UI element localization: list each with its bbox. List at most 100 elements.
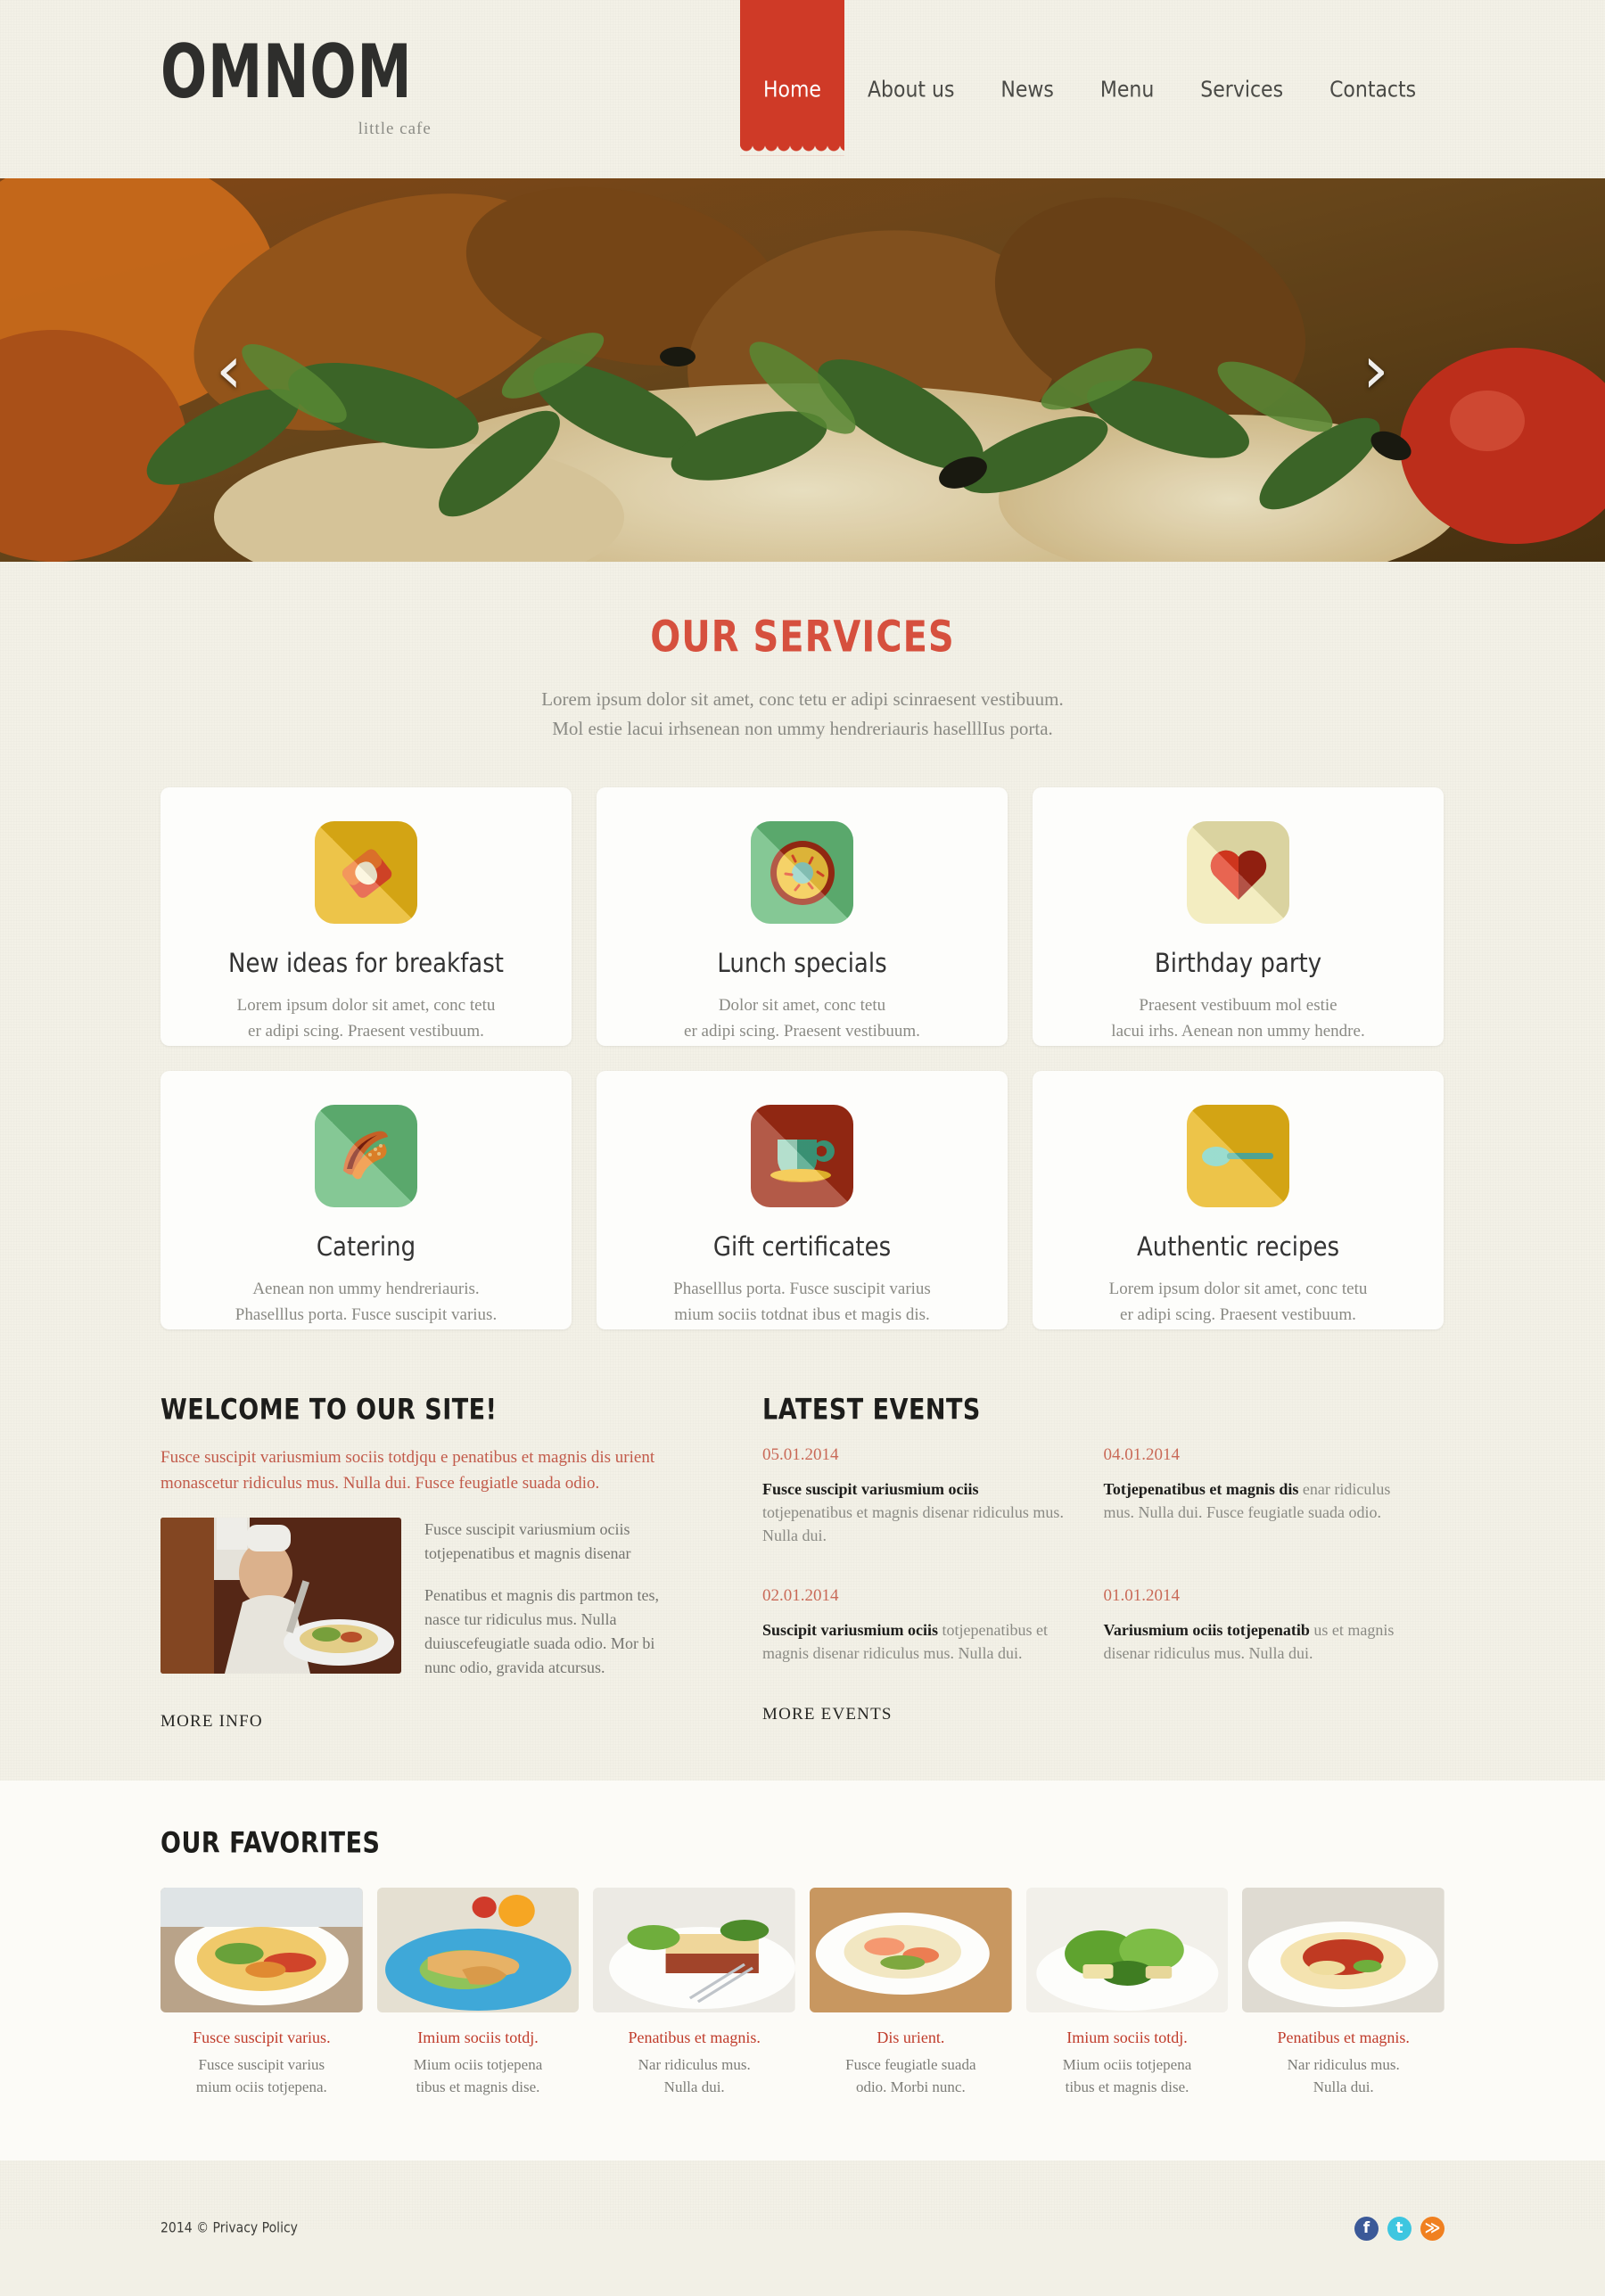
event-date: 05.01.2014 <box>762 1445 839 1465</box>
service-card-desc: Lorem ipsum dolor sit amet, conc tetu er … <box>1109 1277 1368 1328</box>
welcome-column: WELCOME TO OUR SITE! Fusce suscipit vari… <box>160 1394 669 1732</box>
service-card-lunch-specials[interactable]: Lunch specials Dolor sit amet, conc tetu e… <box>597 787 1008 1047</box>
favorite-item[interactable]: Penatibus et magnis. Nar ridiculus mus. Nu… <box>1242 1888 1445 2098</box>
favorite-item[interactable]: Fusce suscipit varius. Fusce suscipit var… <box>160 1888 363 2098</box>
toast-bread-icon <box>315 821 417 925</box>
event-text: Fusce suscipit variusmium ociis totjepen… <box>762 1477 1068 1547</box>
service-card-desc-line-2: er adipi scing. Praesent vestibuum. <box>684 1021 920 1041</box>
services-subtitle: Lorem ipsum dolor sit amet, conc tetu er… <box>160 685 1444 743</box>
favorite-title[interactable]: Imium sociis totdj. <box>377 2029 580 2047</box>
services-subtitle-line-1: Lorem ipsum dolor sit amet, conc tetu er… <box>541 688 1064 710</box>
facebook-icon[interactable]: f <box>1354 2216 1379 2241</box>
favorite-item[interactable]: Penatibus et magnis. Nar ridiculus mus. Nu… <box>593 1888 796 2098</box>
service-card-title: New ideas for breakfast <box>228 949 504 979</box>
nav-item-news[interactable]: News <box>977 0 1076 103</box>
events-title: LATEST EVENTS <box>762 1394 981 1427</box>
twitter-icon[interactable]: t <box>1387 2216 1412 2241</box>
services-section: OUR SERVICES Lorem ipsum dolor sit amet,… <box>160 562 1444 1330</box>
welcome-title: WELCOME TO OUR SITE! <box>160 1394 498 1427</box>
favorite-image[interactable] <box>1242 1888 1445 2013</box>
favorite-item[interactable]: Imium sociis totdj. Mium ociis totjepena t… <box>1025 1888 1229 2098</box>
favorite-title[interactable]: Dis urient. <box>810 2029 1012 2047</box>
favorite-desc: Nar ridiculus mus. Nulla dui. <box>593 2054 795 2098</box>
service-card-desc-line-2: er adipi scing. Praesent vestibuum. <box>1120 1304 1356 1324</box>
service-card-desc: Lorem ipsum dolor sit amet, conc tetu er … <box>237 993 496 1044</box>
event-body: totjepenatibus et magnis disenar ridicul… <box>762 1503 1064 1545</box>
favorite-desc-line-1: Nar ridiculus mus. <box>1287 2056 1400 2074</box>
page-root: OMNOM little cafe Home About us News Menu Se… <box>0 0 1605 2241</box>
favorite-desc-line-2: mium ociis totjepena. <box>195 2078 327 2095</box>
social-links: f t ≫ <box>1354 2216 1444 2241</box>
favorite-desc: Nar ridiculus mus. Nulla dui. <box>1242 2054 1444 2098</box>
favorite-item[interactable]: Imium sociis totdj. Mium ociis totjepena t… <box>376 1888 580 2098</box>
service-card-authentic-recipes[interactable]: Authentic recipes Lorem ipsum dolor sit a… <box>1033 1071 1444 1330</box>
service-card-title: Authentic recipes <box>1136 1232 1340 1263</box>
services-subtitle-line-2: Mol estie lacui irhsenean non ummy hendr… <box>552 717 1053 739</box>
service-card-desc-line-1: Phaselllus porta. Fusce suscipit varius <box>673 1280 931 1299</box>
service-card-desc: Praesent vestibuum mol estie lacui irhs. … <box>1111 993 1364 1044</box>
service-card-birthday-party[interactable]: Birthday party Praesent vestibuum mol est… <box>1033 787 1444 1047</box>
favorite-title[interactable]: Imium sociis totdj. <box>1026 2029 1229 2047</box>
service-card-title: Birthday party <box>1154 949 1322 979</box>
slider-prev-arrow-icon[interactable]: ‹ <box>216 337 243 403</box>
more-events-link[interactable]: MORE EVENTS <box>762 1705 893 1724</box>
event-item[interactable]: 01.01.2014 Variusmium ociis totjepenatib … <box>1104 1586 1445 1665</box>
event-text: Suscipit variusmium ociis totjepenatibus… <box>762 1618 1068 1665</box>
favorite-image[interactable] <box>810 1888 1012 2013</box>
favorite-desc-line-2: Nulla dui. <box>663 2078 725 2095</box>
service-card-desc-line-2: Phaselllus porta. Fusce suscipit varius. <box>235 1304 498 1324</box>
favorite-title[interactable]: Fusce suscipit varius. <box>160 2029 363 2047</box>
favorite-item[interactable]: Dis urient. Fusce feugiatle suada odio. Mo… <box>810 1888 1012 2098</box>
service-card-desc-line-2: lacui irhs. Aenean non ummy hendre. <box>1111 1021 1365 1041</box>
site-footer: 2014 © Privacy Policy f t ≫ <box>160 2160 1444 2296</box>
hero-slider: ‹ › <box>0 178 1605 562</box>
service-card-desc: Phaselllus porta. Fusce suscipit varius m… <box>673 1277 931 1328</box>
more-info-link[interactable]: MORE INFO <box>160 1712 263 1732</box>
event-date: 01.01.2014 <box>1103 1586 1181 1606</box>
event-item[interactable]: 04.01.2014 Totjepenatibus et magnis dis e… <box>1104 1445 1445 1547</box>
favorite-title[interactable]: Penatibus et magnis. <box>1242 2029 1444 2047</box>
favorite-desc-line-2: odio. Morbi nunc. <box>855 2078 966 2095</box>
logo-block[interactable]: OMNOM little cafe <box>160 35 432 139</box>
event-item[interactable]: 05.01.2014 Fusce suscipit variusmium ocii… <box>762 1445 1104 1547</box>
nav-item-menu[interactable]: Menu <box>1077 0 1177 103</box>
croissant-icon <box>315 1105 417 1208</box>
service-card-desc: Aenean non ummy hendreriauris. Phaselllus… <box>235 1277 497 1328</box>
event-headline: Variusmium ociis totjepenatib <box>1103 1621 1310 1640</box>
welcome-intro: Fusce suscipit variusmium sociis totdjqu… <box>160 1448 655 1493</box>
coffee-cup-icon <box>751 1105 853 1208</box>
donut-icon <box>751 821 853 925</box>
slider-next-arrow-icon[interactable]: › <box>1362 337 1389 403</box>
service-card-desc-line-1: Lorem ipsum dolor sit amet, conc tetu <box>1108 1280 1368 1299</box>
site-header: OMNOM little cafe Home About us News Menu Se… <box>160 0 1444 178</box>
service-card-new-ideas-for-breakfast[interactable]: New ideas for breakfast Lorem ipsum dolor… <box>160 787 572 1047</box>
copyright-link[interactable]: 2014 © Privacy Policy <box>160 2220 298 2236</box>
welcome-paragraph-1: Fusce suscipit variusmium ociis totjepen… <box>424 1520 631 1563</box>
favorite-image[interactable] <box>593 1888 796 2013</box>
service-card-catering[interactable]: Catering Aenean non ummy hendreriauris. Ph… <box>160 1071 572 1330</box>
favorites-title: OUR FAVORITES <box>160 1827 381 1860</box>
favorite-title[interactable]: Penatibus et magnis. <box>593 2029 795 2047</box>
spoon-icon <box>1187 1105 1289 1208</box>
favorite-desc-line-1: Nar ridiculus mus. <box>638 2056 751 2074</box>
service-card-gift-certificates[interactable]: Gift certificates Phaselllus porta. Fusce… <box>597 1071 1008 1330</box>
footer-wrap: 2014 © Privacy Policy f t ≫ <box>160 2160 1444 2296</box>
nav-item-about-us[interactable]: About us <box>844 0 977 103</box>
favorite-image[interactable] <box>376 1888 580 2013</box>
service-card-desc-line-2: er adipi scing. Praesent vestibuum. <box>248 1021 484 1041</box>
main-navigation: Home About us News Menu Services Contacts <box>740 0 1439 156</box>
nav-item-services[interactable]: Services <box>1177 0 1306 103</box>
event-item[interactable]: 02.01.2014 Suscipit variusmium ociis totj… <box>762 1586 1104 1665</box>
favorite-desc-line-2: tibus et magnis dise. <box>1065 2078 1189 2095</box>
welcome-body: Fusce suscipit variusmium ociis totjepen… <box>160 1518 669 1680</box>
nav-item-home[interactable]: Home <box>740 0 844 156</box>
welcome-paragraph-2: Penatibus et magnis dis partmon tes, nas… <box>424 1586 659 1677</box>
favorite-image[interactable] <box>1025 1888 1229 2013</box>
favorite-desc-line-2: Nulla dui. <box>1313 2078 1374 2095</box>
service-cards-grid: New ideas for breakfast Lorem ipsum dolor… <box>160 787 1444 1330</box>
welcome-events-section: WELCOME TO OUR SITE! Fusce suscipit vari… <box>160 1394 1445 1781</box>
favorite-image[interactable] <box>160 1888 363 2013</box>
nav-item-contacts[interactable]: Contacts <box>1306 0 1439 103</box>
rss-icon[interactable]: ≫ <box>1420 2216 1444 2241</box>
favorites-grid: Fusce suscipit varius. Fusce suscipit var… <box>160 1888 1445 2098</box>
